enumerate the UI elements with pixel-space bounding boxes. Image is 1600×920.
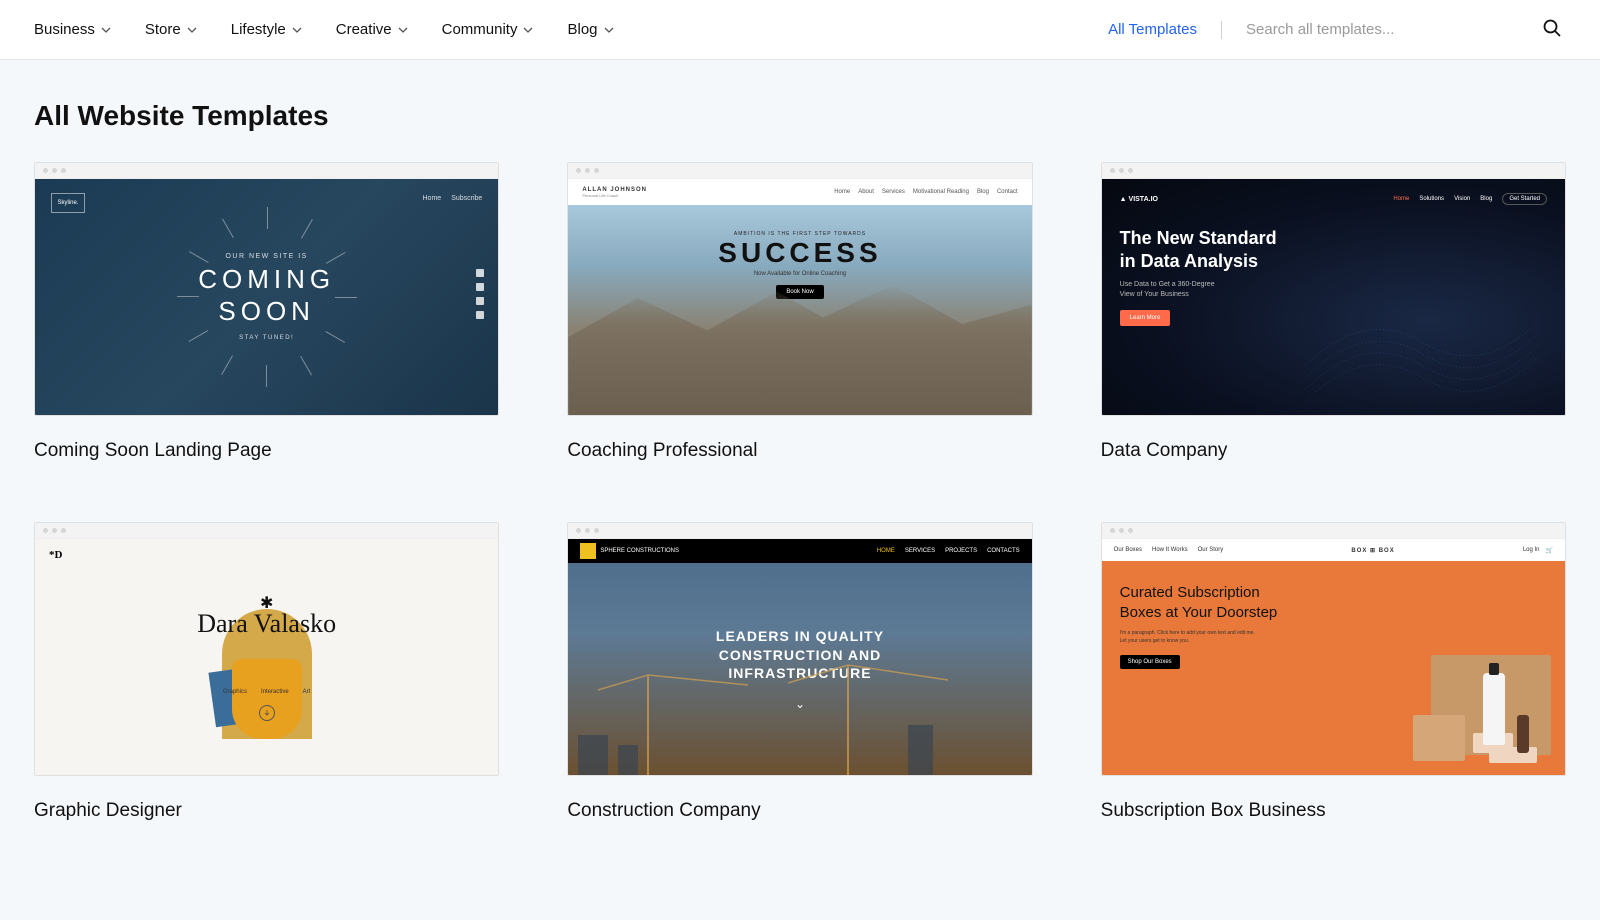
social-icons xyxy=(476,269,484,319)
nav-label: Community xyxy=(442,21,518,38)
template-card-designer[interactable]: *D ✱ Dara Valasko GraphicsInteractiveArt… xyxy=(34,522,499,822)
nav-business[interactable]: Business xyxy=(34,21,111,38)
chevron-down-icon xyxy=(398,25,408,35)
nav-label: Lifestyle xyxy=(231,21,286,38)
thumb-image: ▲ VISTA.IO HomeSolutionsVisionBlog Get S… xyxy=(1102,179,1565,415)
nav-community[interactable]: Community xyxy=(442,21,534,38)
browser-chrome xyxy=(568,163,1031,179)
down-arrow-icon xyxy=(259,705,275,721)
thumb-nav: ▲ VISTA.IO HomeSolutionsVisionBlog Get S… xyxy=(1120,193,1547,205)
page-title: All Website Templates xyxy=(34,100,1566,132)
search-input[interactable] xyxy=(1246,21,1528,38)
thumb-logo: Skyline. xyxy=(51,193,85,213)
thumb-image: Skyline. Home Subscribe xyxy=(35,179,498,415)
thumb-btn: Learn More xyxy=(1120,310,1171,326)
nav-categories: Business Store Lifestyle Creative Commun… xyxy=(34,21,614,38)
all-templates-link[interactable]: All Templates xyxy=(1108,21,1197,38)
search-wrap xyxy=(1246,14,1566,45)
chevron-down-icon xyxy=(523,25,533,35)
divider xyxy=(1221,21,1222,39)
thumb-nav: SPHERE CONSTRUCTIONS HOMESERVICESPROJECT… xyxy=(568,539,1031,563)
thumb-hero: Curated SubscriptionBoxes at Your Doorst… xyxy=(1102,561,1565,775)
template-title: Coming Soon Landing Page xyxy=(34,440,499,462)
thumb-image: *D ✱ Dara Valasko GraphicsInteractiveArt xyxy=(35,539,498,775)
chevron-down-icon xyxy=(604,25,614,35)
thumbnail: Skyline. Home Subscribe xyxy=(34,162,499,416)
template-title: Graphic Designer xyxy=(34,800,499,822)
thumb-nav: HomeAboutServicesMotivational ReadingBlo… xyxy=(834,189,1017,195)
thumbnail: *D ✱ Dara Valasko GraphicsInteractiveArt xyxy=(34,522,499,776)
search-button[interactable] xyxy=(1538,14,1566,45)
thumb-nav: Our BoxesHow It WorksOur Story BOX ⊞ BOX… xyxy=(1102,539,1565,561)
thumb-subtitle: STAY TUNED! xyxy=(239,335,294,341)
thumb-image: SPHERE CONSTRUCTIONS HOMESERVICESPROJECT… xyxy=(568,539,1031,775)
nav-right: All Templates xyxy=(1108,14,1566,45)
nav-label: Creative xyxy=(336,21,392,38)
nav-creative[interactable]: Creative xyxy=(336,21,408,38)
thumb-hero: LEADERS IN QUALITYCONSTRUCTION ANDINFRAS… xyxy=(568,563,1031,775)
template-title: Construction Company xyxy=(567,800,1032,822)
template-title: Data Company xyxy=(1101,440,1566,462)
chevron-down-icon xyxy=(292,25,302,35)
thumb-name: Dara Valasko xyxy=(197,609,336,639)
thumb-heading: Curated SubscriptionBoxes at Your Doorst… xyxy=(1120,583,1300,622)
template-card-construction[interactable]: SPHERE CONSTRUCTIONS HOMESERVICESPROJECT… xyxy=(567,522,1032,822)
thumb-image: Our BoxesHow It WorksOur Story BOX ⊞ BOX… xyxy=(1102,539,1565,775)
template-title: Coaching Professional xyxy=(567,440,1032,462)
template-card-coaching[interactable]: ALLAN JOHNSON Personal Life Coach HomeAb… xyxy=(567,162,1032,462)
box-shape xyxy=(1413,715,1465,761)
thumbnail: Our BoxesHow It WorksOur Story BOX ⊞ BOX… xyxy=(1101,522,1566,776)
page-body: All Website Templates Skyline. Home Subs… xyxy=(0,60,1600,920)
browser-chrome xyxy=(1102,523,1565,539)
nav-lifestyle[interactable]: Lifestyle xyxy=(231,21,302,38)
thumb-sub: I'm a paragraph. Click here to add your … xyxy=(1120,630,1260,645)
nav-label: Business xyxy=(34,21,95,38)
browser-chrome xyxy=(35,523,498,539)
nav-label: Store xyxy=(145,21,181,38)
thumbnail: ALLAN JOHNSON Personal Life Coach HomeAb… xyxy=(567,162,1032,416)
chevron-down-icon xyxy=(101,25,111,35)
top-nav: Business Store Lifestyle Creative Commun… xyxy=(0,0,1600,60)
browser-chrome xyxy=(35,163,498,179)
thumb-nav: Home Subscribe xyxy=(423,195,483,202)
nav-store[interactable]: Store xyxy=(145,21,197,38)
thumb-categories: GraphicsInteractiveArt xyxy=(223,689,310,695)
thumbnail: SPHERE CONSTRUCTIONS HOMESERVICESPROJECT… xyxy=(567,522,1032,776)
thumb-image: ALLAN JOHNSON Personal Life Coach HomeAb… xyxy=(568,179,1031,415)
browser-chrome xyxy=(568,523,1031,539)
thumb-pretitle: OUR NEW SITE IS xyxy=(225,253,307,260)
thumb-header: ALLAN JOHNSON Personal Life Coach HomeAb… xyxy=(568,179,1031,205)
template-card-data[interactable]: ▲ VISTA.IO HomeSolutionsVisionBlog Get S… xyxy=(1101,162,1566,462)
figure-shape xyxy=(232,659,302,739)
dropper-shape xyxy=(1517,715,1529,753)
browser-chrome xyxy=(1102,163,1565,179)
template-title: Subscription Box Business xyxy=(1101,800,1566,822)
template-card-coming-soon[interactable]: Skyline. Home Subscribe xyxy=(34,162,499,462)
wave-decoration xyxy=(1261,260,1565,415)
thumb-title: COMINGSOON xyxy=(198,264,335,326)
chevron-down-icon xyxy=(187,25,197,35)
template-grid: Skyline. Home Subscribe xyxy=(34,162,1566,822)
template-card-subscription[interactable]: Our BoxesHow It WorksOur Story BOX ⊞ BOX… xyxy=(1101,522,1566,822)
nav-blog[interactable]: Blog xyxy=(567,21,613,38)
thumbnail: ▲ VISTA.IO HomeSolutionsVisionBlog Get S… xyxy=(1101,162,1566,416)
crane-decoration xyxy=(568,655,968,775)
search-icon xyxy=(1542,18,1562,38)
nav-label: Blog xyxy=(567,21,597,38)
thumb-hero: AMBITION IS THE FIRST STEP TOWARDS SUCCE… xyxy=(568,205,1031,415)
bottle-shape xyxy=(1483,673,1505,745)
thumb-btn: Shop Our Boxes xyxy=(1120,655,1180,669)
